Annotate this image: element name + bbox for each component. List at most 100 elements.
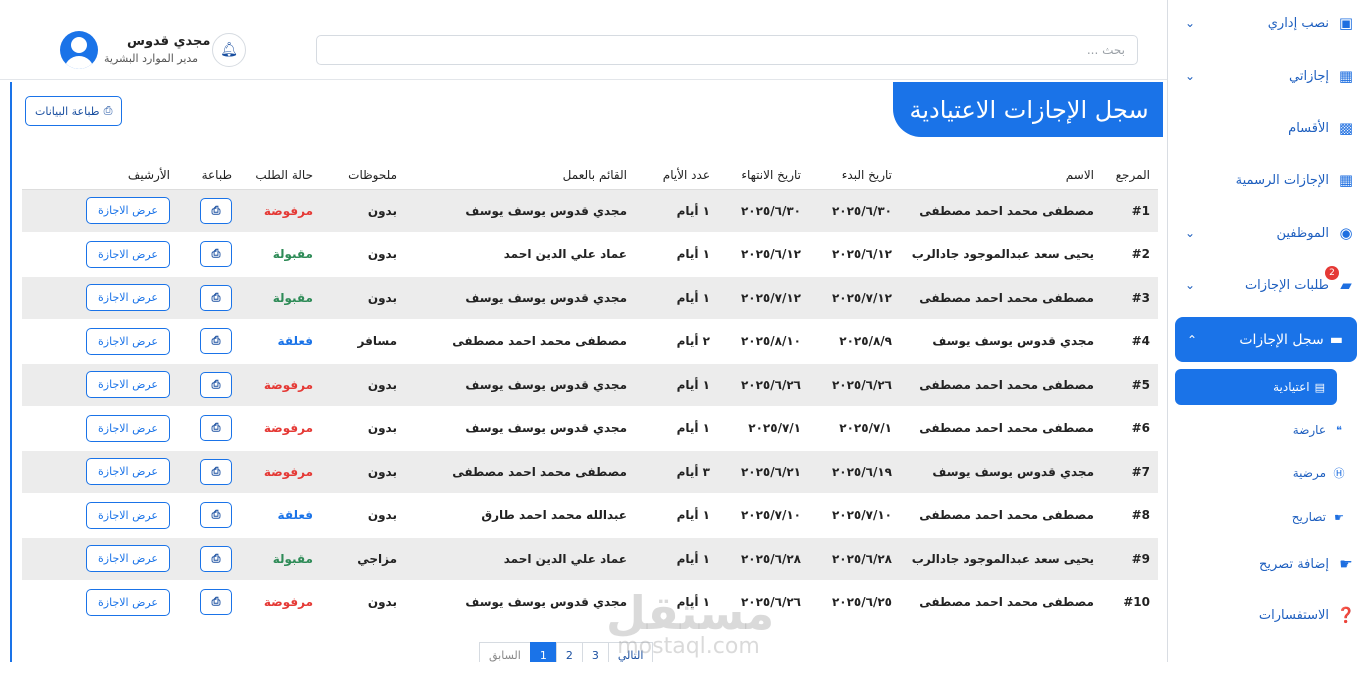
sidebar-subitem-regular[interactable]: ▤ اعتيادية — [1175, 369, 1337, 405]
print-button[interactable]: ⎙ — [200, 415, 232, 442]
sidebar-item-departments[interactable]: ▩ الأقسام — [1185, 113, 1357, 143]
sidebar-item-leave-requests[interactable]: ▰ 2 طلبات الإجازات ⌄ — [1185, 266, 1357, 300]
view-leave-button[interactable]: عرض الاجازة — [86, 545, 170, 573]
main-content: سجل الإجازات الاعتيادية ⎙ طباعة البيانات… — [10, 82, 1163, 662]
printer-icon: ⎙ — [211, 203, 221, 217]
permit-icon: ☛ — [1334, 510, 1344, 524]
bell-icon[interactable]: 🔔︎ — [212, 33, 246, 67]
header-ref[interactable]: المرجع — [1102, 162, 1158, 190]
print-button[interactable]: ⎙ — [200, 502, 232, 529]
print-button[interactable]: ⎙ — [200, 458, 232, 485]
header-print[interactable]: طباعة — [178, 162, 240, 190]
cell-print: ⎙ — [178, 232, 240, 277]
cell-status: مرفوضة — [240, 406, 321, 451]
print-button[interactable]: ⎙ — [200, 371, 232, 398]
pagination-prev[interactable]: السابق — [479, 642, 531, 662]
sidebar-item-label: طلبات الإجازات — [1244, 277, 1329, 293]
sidebar-item-label: نصب إداري — [1267, 15, 1329, 31]
cell-days: ١ أيام — [635, 276, 718, 320]
header-start[interactable]: تاريخ البدء — [809, 162, 900, 190]
cell-substitute: مجدي قدوس يوسف يوسف — [405, 189, 635, 233]
print-data-label: طباعة البيانات — [35, 104, 100, 118]
printer-icon: ⎙ — [211, 334, 221, 348]
view-leave-button[interactable]: عرض الاجازة — [86, 458, 170, 486]
cell-name: مجدي قدوس يوسف يوسف — [900, 319, 1102, 364]
cell-start-date: ٢٠٢٥/٦/٣٠ — [809, 189, 900, 233]
view-leave-button[interactable]: عرض الاجازة — [86, 197, 170, 225]
print-data-button[interactable]: ⎙ طباعة البيانات — [25, 96, 123, 126]
pagination-page-3[interactable]: 3 — [581, 642, 609, 662]
cell-substitute: عماد علي الدين احمد — [405, 232, 635, 277]
sidebar-item-official-holidays[interactable]: ▦ الإجازات الرسمية — [1185, 165, 1357, 195]
print-button[interactable]: ⎙ — [200, 545, 232, 572]
sidebar-item-add-permit[interactable]: ☛ إضافة تصريح — [1185, 549, 1357, 579]
header-end[interactable]: تاريخ الانتهاء — [718, 162, 809, 190]
avatar[interactable] — [60, 31, 98, 69]
cell-status: فعلقة — [240, 493, 321, 538]
header-substitute[interactable]: القائم بالعمل — [405, 162, 635, 190]
print-button[interactable]: ⎙ — [200, 328, 232, 355]
print-button[interactable]: ⎙ — [200, 589, 232, 616]
view-leave-button[interactable]: عرض الاجازة — [86, 414, 170, 442]
cell-status: مرفوضة — [240, 189, 321, 233]
cell-substitute: عماد علي الدين احمد — [405, 537, 635, 581]
pagination: السابق 1 2 3 التالي — [479, 642, 654, 662]
table-row: #5 مصطفى محمد احمد مصطفى ٢٠٢٥/٦/٢٦ ٢٠٢٥/٦/٢… — [22, 363, 1158, 407]
pagination-page-2[interactable]: 2 — [555, 642, 583, 662]
table-row: #3 مصطفى محمد احمد مصطفى ٢٠٢٥/٧/١٢ ٢٠٢٥/٧/١… — [22, 276, 1158, 320]
sidebar-subitem-permits[interactable]: ☛ تصاريح — [1197, 505, 1347, 529]
cell-print: ⎙ — [178, 493, 240, 538]
cell-days: ٢ أيام — [635, 319, 718, 364]
cell-ref: #10 — [1102, 580, 1158, 625]
pagination-page-1[interactable]: 1 — [529, 642, 557, 662]
sidebar-item-label: الإجازات الرسمية — [1235, 172, 1329, 188]
cell-end-date: ٢٠٢٥/٧/١٠ — [718, 493, 809, 538]
cell-start-date: ٢٠٢٥/٦/٢٦ — [809, 363, 900, 407]
view-leave-button[interactable]: عرض الاجازة — [86, 284, 170, 312]
header-days[interactable]: عدد الأيام — [635, 162, 718, 190]
printer-icon: ⎙ — [211, 377, 221, 391]
view-leave-button[interactable]: عرض الاجازة — [86, 371, 170, 399]
cell-end-date: ٢٠٢٥/٦/١٢ — [718, 232, 809, 277]
cell-status: مقبولة — [240, 537, 321, 581]
header-notes[interactable]: ملحوظات — [321, 162, 405, 190]
header-archive[interactable]: الأرشيف — [22, 162, 178, 190]
cell-days: ٣ أيام — [635, 450, 718, 494]
sidebar-subitem-label: عارضة — [1292, 423, 1326, 437]
sidebar-item-admin[interactable]: ▣ نصب إداري ⌄ — [1185, 8, 1357, 38]
view-leave-button[interactable]: عرض الاجازة — [86, 501, 170, 529]
app: ▣ نصب إداري ⌄ ▦ إجازاتي ⌄ ▩ الأقسام ▦ ال… — [0, 0, 1367, 687]
print-button[interactable]: ⎙ — [200, 284, 232, 311]
pagination-next[interactable]: التالي — [607, 642, 654, 662]
sidebar-item-leave-log[interactable]: ▬ سجل الإجازات ⌃ — [1175, 317, 1357, 362]
sidebar-subitem-sick[interactable]: Ⓗ مرضية — [1197, 461, 1347, 485]
cell-ref: #2 — [1102, 232, 1158, 277]
cell-notes: بدون — [321, 363, 405, 407]
cell-name: يحيى سعد عبدالموجود جادالرب — [900, 232, 1102, 277]
cell-days: ١ أيام — [635, 363, 718, 407]
table-row: #10 مصطفى محمد احمد مصطفى ٢٠٢٥/٦/٢٥ ٢٠٢٥/٦/… — [22, 580, 1158, 625]
print-button[interactable]: ⎙ — [200, 241, 232, 268]
sidebar-subitem-casual[interactable]: ❝ عارضة — [1197, 418, 1347, 442]
chevron-down-icon: ⌄ — [1185, 16, 1196, 30]
view-leave-button[interactable]: عرض الاجازة — [86, 240, 170, 268]
sidebar-subitem-label: اعتيادية — [1273, 380, 1310, 394]
print-button[interactable]: ⎙ — [200, 197, 232, 224]
view-leave-button[interactable]: عرض الاجازة — [86, 327, 170, 355]
sidebar-item-my-leaves[interactable]: ▦ إجازاتي ⌄ — [1185, 61, 1357, 91]
cell-start-date: ٢٠٢٥/٧/١٠ — [809, 493, 900, 538]
view-leave-button[interactable]: عرض الاجازة — [86, 588, 170, 616]
sidebar-item-inquiries[interactable]: ❓ الاستفسارات — [1185, 600, 1357, 630]
header-name[interactable]: الاسم — [900, 162, 1102, 190]
sidebar-item-label: سجل الإجازات — [1239, 331, 1324, 348]
chevron-up-icon: ⌃ — [1187, 332, 1198, 347]
header-status[interactable]: حالة الطلب — [240, 162, 321, 190]
users-icon: ◉ — [1339, 224, 1353, 242]
cell-notes: بدون — [321, 406, 405, 451]
cell-status: مرفوضة — [240, 450, 321, 494]
cell-start-date: ٢٠٢٥/٦/٢٥ — [809, 580, 900, 625]
sidebar-item-employees[interactable]: ◉ الموظفين ⌄ — [1185, 218, 1357, 248]
printer-icon: ⎙ — [211, 290, 221, 304]
search-input[interactable]: بحث ... — [316, 35, 1138, 65]
page-title: سجل الإجازات الاعتيادية — [893, 82, 1163, 137]
